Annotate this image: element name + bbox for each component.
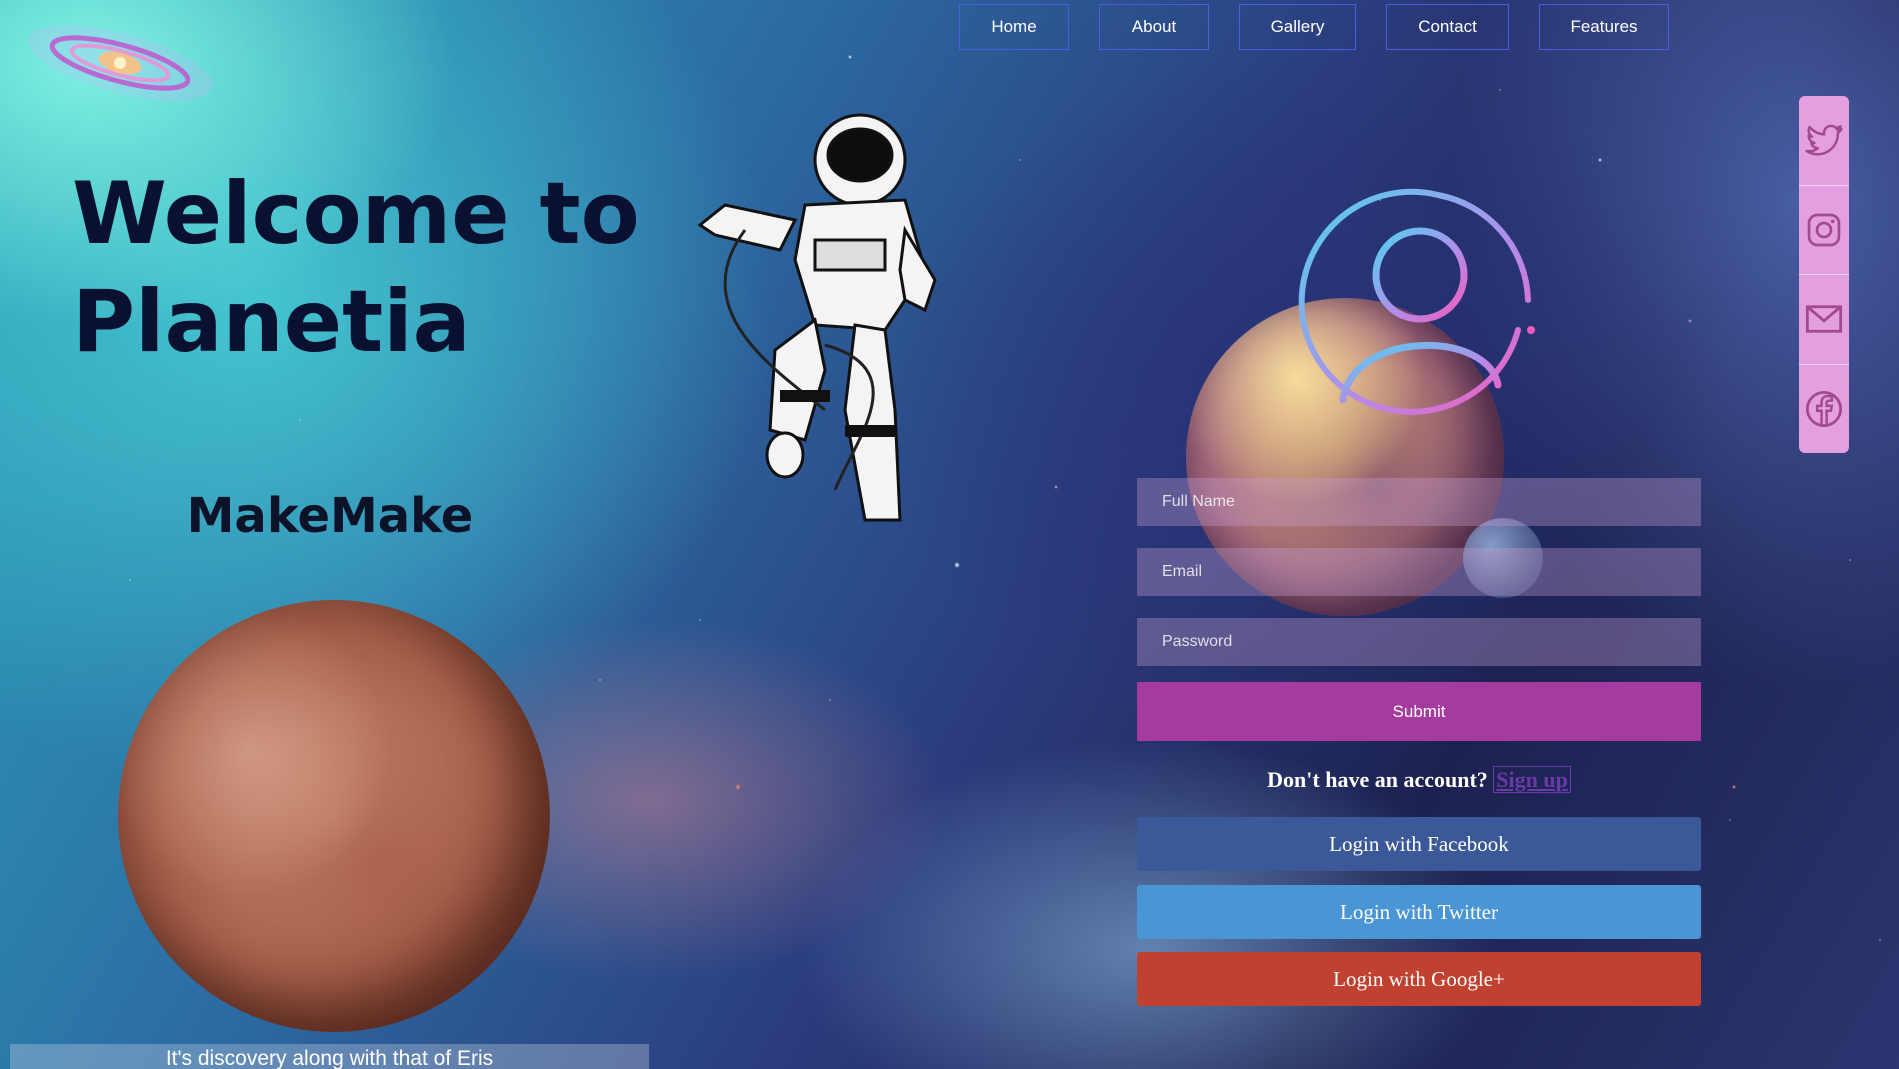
planet-name: MakeMake (186, 488, 474, 544)
galaxy-logo[interactable] (20, 18, 220, 108)
astronaut-illustration (697, 113, 937, 522)
social-facebook-link[interactable] (1799, 365, 1849, 454)
nav-features[interactable]: Features (1539, 4, 1669, 50)
full-name-field[interactable] (1137, 478, 1701, 526)
nav-about[interactable]: About (1099, 4, 1209, 50)
nav-home[interactable]: Home (959, 4, 1069, 50)
facebook-icon (1805, 390, 1843, 427)
top-nav: Home About Gallery Contact Features (959, 4, 1669, 50)
social-rail (1799, 96, 1849, 453)
social-instagram-link[interactable] (1799, 186, 1849, 275)
page-title: Welcome to Planetia (72, 164, 640, 372)
makemake-planet-image (118, 600, 550, 1032)
login-facebook-button[interactable]: Login with Facebook (1137, 817, 1701, 871)
login-form: Submit Don't have an account? Sign up Lo… (1137, 478, 1701, 1006)
nav-gallery[interactable]: Gallery (1239, 4, 1356, 50)
submit-button[interactable]: Submit (1137, 682, 1701, 741)
login-twitter-button[interactable]: Login with Twitter (1137, 885, 1701, 939)
page: Home About Gallery Contact Features Welc… (0, 0, 1899, 1069)
signup-prompt: Don't have an account? Sign up (1137, 766, 1701, 793)
password-field[interactable] (1137, 618, 1701, 666)
nav-contact[interactable]: Contact (1386, 4, 1509, 50)
planet-caption: It's discovery along with that of Eris (10, 1044, 649, 1069)
social-mail-link[interactable] (1799, 275, 1849, 365)
no-account-text: Don't have an account? (1267, 767, 1488, 792)
mail-icon (1805, 305, 1843, 333)
twitter-icon (1805, 124, 1843, 156)
user-avatar-icon (1298, 188, 1535, 415)
instagram-icon (1807, 213, 1841, 247)
social-twitter-link[interactable] (1799, 96, 1849, 186)
sign-up-link[interactable]: Sign up (1493, 766, 1571, 793)
login-google-button[interactable]: Login with Google+ (1137, 952, 1701, 1006)
email-field[interactable] (1137, 548, 1701, 596)
